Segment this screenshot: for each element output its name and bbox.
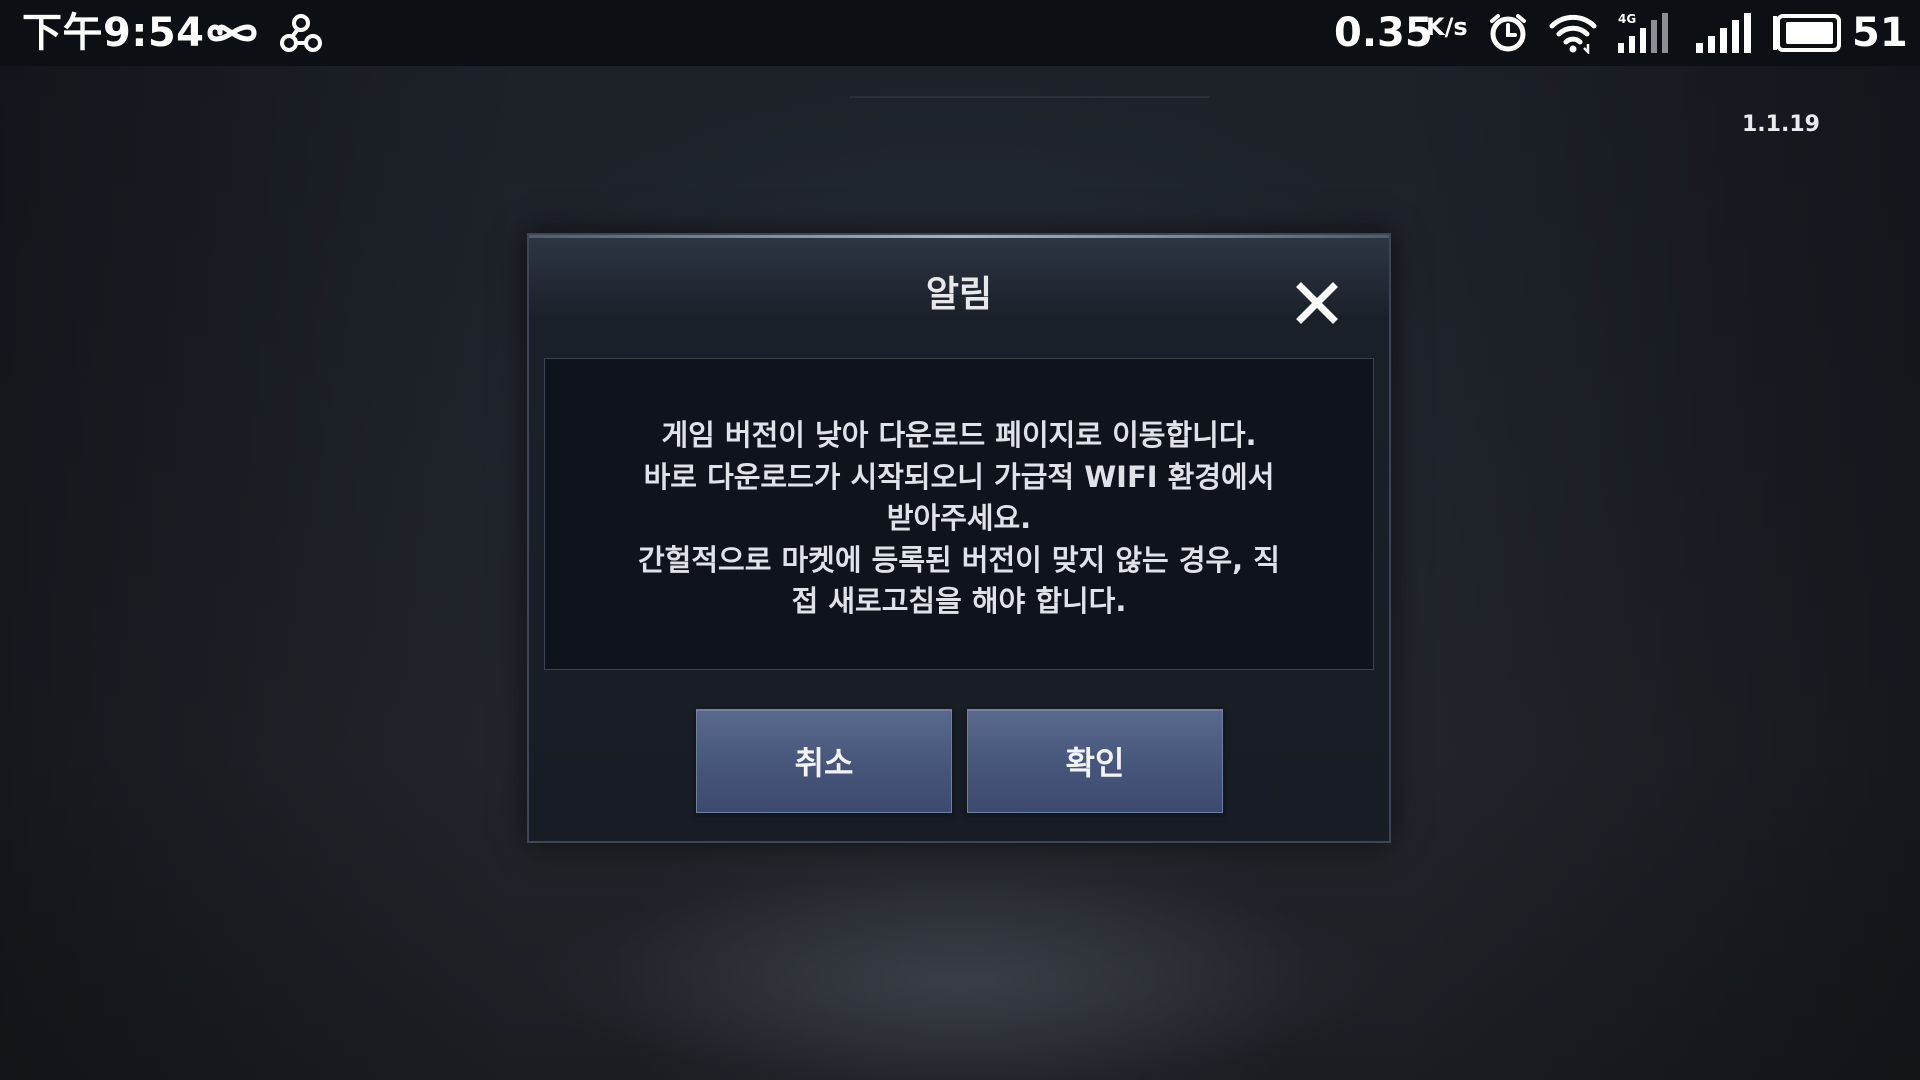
cancel-button-label: 취소 bbox=[794, 744, 854, 782]
confirm-button[interactable]: 확인 bbox=[967, 709, 1223, 813]
dialog-title: 알림 bbox=[925, 274, 993, 315]
network-speed-unit: K/s bbox=[1426, 13, 1468, 41]
cancel-button[interactable]: 취소 bbox=[696, 709, 952, 813]
version-label: 1.1.19 bbox=[1742, 112, 1820, 137]
battery-level: 51 bbox=[1852, 10, 1908, 56]
svg-text:4G: 4G bbox=[1618, 12, 1636, 26]
status-time: 下午9:54 bbox=[22, 10, 205, 56]
battery-icon bbox=[1772, 10, 1842, 56]
network-speed: 0.35 bbox=[1334, 10, 1433, 56]
dialog-message: 게임 버전이 낮아 다운로드 페이지로 이동합니다. 바로 다운로드가 시작되오… bbox=[638, 418, 1280, 618]
notice-dialog: 알림 게임 버전이 낮아 다운로드 페이지로 이동합니다. 바로 다운로드가 시… bbox=[527, 233, 1391, 843]
background-crowd bbox=[380, 830, 1540, 1080]
wifi-icon bbox=[1548, 10, 1598, 56]
background-frame-line bbox=[850, 96, 1210, 98]
status-bar: 下午9:54 0.35 K/s 4G 51 bbox=[0, 0, 1920, 66]
message-box: 게임 버전이 낮아 다운로드 페이지로 이동합니다. 바로 다운로드가 시작되오… bbox=[544, 358, 1374, 670]
share-icon bbox=[278, 10, 324, 56]
game-screen: 下午9:54 0.35 K/s 4G 51 1.1.19 알림 게임 버전이 낮… bbox=[0, 0, 1920, 1080]
confirm-button-label: 확인 bbox=[1065, 744, 1125, 782]
signal-4g-icon: 4G bbox=[1616, 10, 1672, 56]
close-icon[interactable] bbox=[1291, 277, 1343, 329]
alarm-icon bbox=[1486, 10, 1530, 56]
infinity-icon bbox=[206, 10, 258, 56]
dialog-top-highlight bbox=[529, 235, 1389, 238]
signal-icon bbox=[1694, 10, 1752, 56]
